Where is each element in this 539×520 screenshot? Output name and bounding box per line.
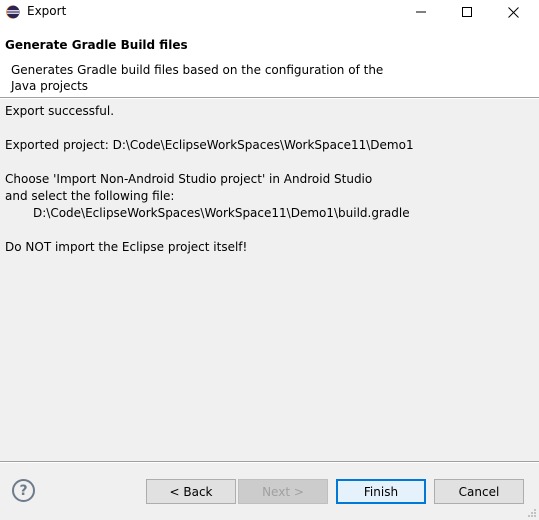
minimize-button[interactable]: [399, 0, 443, 24]
gradle-file-path: D:\Code\EclipseWorkSpaces\WorkSpace11\De…: [33, 206, 410, 220]
banner-divider-highlight: [0, 98, 539, 99]
wizard-banner: Generate Gradle Build files Generates Gr…: [0, 24, 539, 97]
wizard-description: Generates Gradle build files based on th…: [11, 63, 384, 93]
minimize-icon: [416, 11, 426, 13]
export-dialog: Export Generate Gradle Build files Gener…: [0, 0, 539, 520]
instruction-line-1: Choose 'Import Non-Android Studio projec…: [5, 172, 373, 186]
back-button[interactable]: < Back: [146, 479, 236, 504]
help-button[interactable]: ?: [12, 479, 35, 502]
maximize-button[interactable]: [445, 0, 489, 24]
wizard-title: Generate Gradle Build files: [5, 38, 188, 52]
status-message: Export successful.: [5, 104, 115, 118]
close-button[interactable]: [491, 0, 535, 24]
maximize-icon: [462, 7, 472, 17]
next-button[interactable]: Next >: [238, 479, 328, 504]
instruction-line-2: and select the following file:: [5, 189, 175, 203]
button-bar-divider-highlight: [0, 462, 539, 463]
finish-button[interactable]: Finish: [336, 479, 426, 504]
message-area: Export successful. Exported project: D:\…: [5, 103, 530, 256]
warning-message: Do NOT import the Eclipse project itself…: [5, 240, 248, 254]
title-bar[interactable]: Export: [0, 0, 539, 24]
cancel-button[interactable]: Cancel: [434, 479, 524, 504]
window-title: Export: [27, 4, 67, 18]
exported-project-path: Exported project: D:\Code\EclipseWorkSpa…: [5, 138, 414, 152]
help-icon: ?: [19, 482, 28, 499]
close-icon: [507, 6, 519, 18]
resize-grip-icon[interactable]: [527, 508, 537, 518]
eclipse-icon: [6, 5, 20, 19]
